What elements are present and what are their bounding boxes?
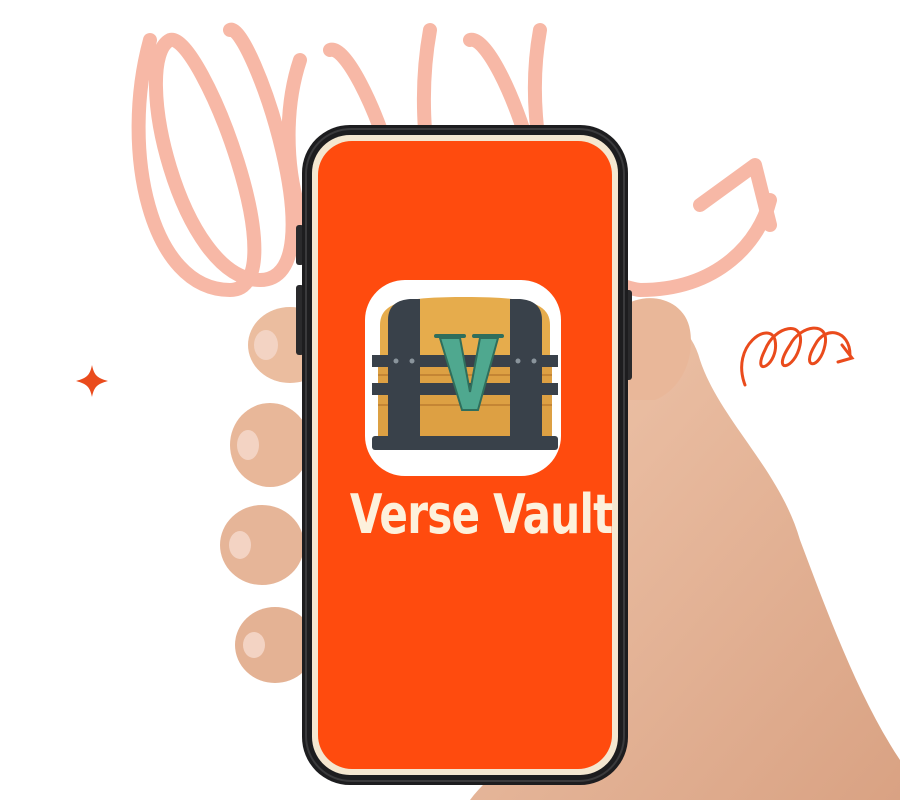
- treasure-chest-icon: [372, 297, 558, 450]
- app-title: Verse Vault: [349, 483, 613, 546]
- app-icon[interactable]: [0, 0, 900, 800]
